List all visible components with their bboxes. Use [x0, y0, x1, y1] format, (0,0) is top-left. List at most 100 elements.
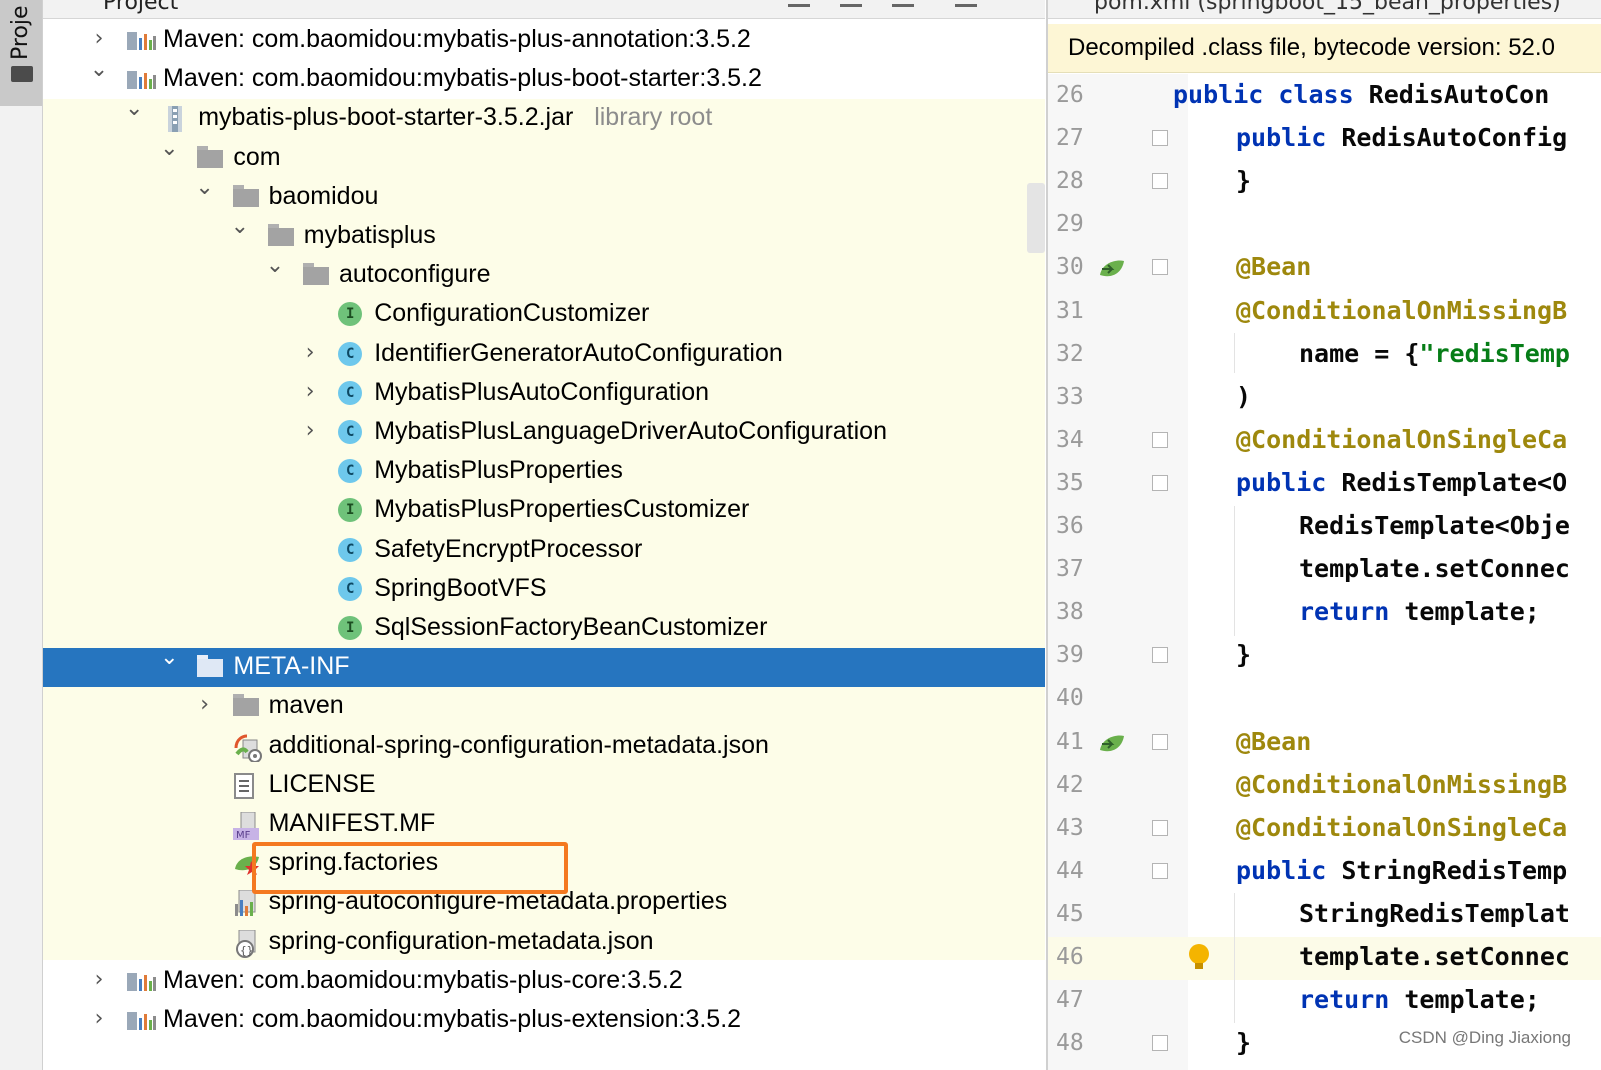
code-line[interactable]: 36 RedisTemplate<Obje — [1048, 506, 1601, 549]
fold-marker-icon[interactable] — [1152, 259, 1168, 276]
code-token: return — [1299, 597, 1405, 627]
chevron-right-icon[interactable]: › — [87, 966, 111, 994]
intention-bulb-icon[interactable] — [1188, 943, 1209, 973]
code-line[interactable]: 39} — [1048, 635, 1601, 678]
line-number: 36 — [1056, 513, 1084, 539]
code-line[interactable]: 30 @Bean — [1048, 247, 1601, 290]
tree-row[interactable]: ⌄ mybatisplus — [43, 214, 1045, 256]
code-line[interactable]: 40 — [1048, 678, 1601, 721]
fold-marker-icon[interactable] — [1152, 431, 1168, 448]
code-line[interactable]: 34 @ConditionalOnSingleCa — [1048, 420, 1601, 463]
tree-row[interactable]: › Maven: com.baomidou:mybatis-plus-core:3… — [43, 962, 1045, 1001]
tree-row[interactable]: C SafetyEncryptProcessor — [43, 531, 1045, 570]
settings-icon[interactable] — [955, 0, 977, 7]
tree-row-label: META-INF — [233, 652, 350, 681]
code-line[interactable]: 41 @Bean — [1048, 722, 1601, 765]
code-line[interactable]: 47 return template; — [1048, 980, 1601, 1023]
tree-row-label: additional-spring-configuration-metadata… — [268, 730, 769, 759]
tree-row-label: mybatisplus — [303, 221, 436, 249]
code-line[interactable]: 26 public class RedisAutoCon — [1048, 75, 1601, 118]
collapse-all-icon[interactable] — [840, 0, 862, 7]
tree-row[interactable]: › Maven: com.baomidou:mybatis-plus-extens… — [43, 1001, 1045, 1040]
code-line[interactable]: 35 public RedisTemplate<O — [1048, 463, 1601, 506]
folder-icon — [303, 263, 329, 288]
tree-row[interactable]: I SqlSessionFactoryBeanCustomizer — [43, 609, 1045, 648]
chevron-down-icon[interactable]: ⌄ — [157, 644, 181, 672]
chevron-down-icon[interactable]: ⌄ — [157, 135, 181, 163]
chevron-right-icon[interactable]: › — [298, 339, 322, 367]
code-token: public class — [1173, 80, 1369, 109]
chevron-right-icon[interactable]: › — [193, 691, 217, 719]
chevron-down-icon[interactable]: ⌄ — [263, 252, 287, 280]
fold-marker-icon[interactable] — [1152, 733, 1168, 750]
fold-marker-icon[interactable] — [1152, 862, 1168, 879]
editor-tab[interactable]: pom.xml (springboot_15_bean_properties) — [1094, 0, 1561, 15]
locate-icon[interactable] — [788, 0, 810, 7]
chevron-right-icon[interactable]: › — [87, 25, 111, 53]
chevron-down-icon[interactable]: ⌄ — [122, 95, 146, 123]
indent-guide — [1234, 893, 1235, 1023]
tree-row[interactable]: › C MybatisPlusLanguageDriverAutoConfigura… — [43, 413, 1045, 452]
tree-row[interactable]: I MybatisPlusPropertiesCustomizer — [43, 491, 1045, 530]
chevron-down-icon[interactable]: ⌄ — [228, 213, 252, 241]
fold-marker-icon[interactable] — [1152, 1035, 1168, 1052]
tree-row[interactable]: ⌄ com — [43, 136, 1045, 178]
tree-row[interactable]: C MybatisPlusProperties — [43, 452, 1045, 491]
chevron-down-icon[interactable]: ⌄ — [193, 174, 217, 202]
tree-row[interactable]: › C MybatisPlusAutoConfiguration — [43, 374, 1045, 413]
project-panel-header: Project — [43, 0, 1045, 19]
tree-row[interactable]: I ConfigurationCustomizer — [43, 295, 1045, 334]
spring-bean-icon[interactable] — [1098, 257, 1124, 279]
project-panel: Project › Maven: com.baomidou:mybatis-plu… — [43, 0, 1045, 1070]
fold-marker-icon[interactable] — [1152, 819, 1168, 836]
panel-title[interactable]: Project — [103, 0, 178, 15]
project-tool-window-tab[interactable]: Proje — [0, 0, 42, 106]
tree-row[interactable]: ⌄ baomidou — [43, 175, 1045, 217]
tree-row[interactable]: › C IdentifierGeneratorAutoConfiguration — [43, 335, 1045, 374]
code-text: @ConditionalOnSingleCa — [1236, 813, 1567, 842]
tree-row[interactable]: › Maven: com.baomidou:mybatis-plus-annota… — [43, 21, 1045, 60]
code-line[interactable]: 29 — [1048, 204, 1601, 247]
manifest-icon: MF — [232, 811, 259, 841]
fold-marker-icon[interactable] — [1152, 173, 1168, 190]
fold-marker-icon[interactable] — [1152, 474, 1168, 491]
chevron-right-icon[interactable]: › — [298, 378, 322, 406]
tree-row[interactable]: C SpringBootVFS — [43, 570, 1045, 609]
options-icon[interactable] — [892, 0, 914, 7]
code-line[interactable]: 28} — [1048, 161, 1601, 204]
code-text: @ConditionalOnSingleCa — [1236, 425, 1567, 454]
code-line[interactable]: 45 StringRedisTemplat — [1048, 894, 1601, 937]
chevron-right-icon[interactable]: › — [298, 417, 322, 445]
spring-bean-icon[interactable] — [1098, 732, 1124, 754]
code-editor: pom.xml (springboot_15_bean_properties) … — [1046, 0, 1601, 1070]
fold-marker-icon[interactable] — [1152, 647, 1168, 664]
chevron-right-icon[interactable]: › — [87, 1005, 111, 1033]
code-line[interactable]: 33) — [1048, 377, 1601, 420]
tree-row[interactable]: {} spring-configuration-metadata.json — [43, 923, 1045, 962]
code-line[interactable]: 44 public StringRedisTemp — [1048, 851, 1601, 894]
code-line[interactable]: 42 @ConditionalOnMissingB — [1048, 765, 1601, 808]
tree-row-label: SafetyEncryptProcessor — [374, 534, 643, 563]
line-number: 39 — [1056, 642, 1084, 669]
code-line[interactable]: 37 template.setConnec — [1048, 549, 1601, 592]
class-icon: C — [338, 537, 363, 562]
scrollbar-thumb[interactable] — [1027, 183, 1045, 253]
tree-row[interactable]: MF MANIFEST.MF — [43, 805, 1045, 844]
tree-row[interactable]: ⌄ META-INF — [43, 645, 1045, 688]
code-line[interactable]: 31 @ConditionalOnMissingB — [1048, 291, 1601, 334]
code-line[interactable]: 32 name = {"redisTemp — [1048, 334, 1601, 377]
code-token: @ConditionalOnMissingB — [1236, 769, 1568, 799]
tree-row[interactable]: › maven — [43, 687, 1045, 726]
tree-row[interactable]: ⌄ autoconfigure — [43, 253, 1045, 295]
tree-row-label: maven — [268, 691, 344, 720]
fold-marker-icon[interactable] — [1152, 130, 1168, 147]
code-line[interactable]: 38 return template; — [1048, 592, 1601, 635]
chevron-down-icon[interactable]: ⌄ — [87, 56, 111, 84]
tree-row[interactable]: LICENSE — [43, 766, 1045, 805]
code-line[interactable]: 43 @ConditionalOnSingleCa — [1048, 808, 1601, 851]
code-line[interactable]: 27 public RedisAutoConfig — [1048, 118, 1601, 161]
code-line[interactable]: 46 template.setConnec — [1048, 937, 1601, 980]
tree-row[interactable]: ⌄ Maven: com.baomidou:mybatis-plus-boot-s… — [43, 57, 1045, 99]
tree-row[interactable]: ⌄ mybatis-plus-boot-starter-3.5.2.jar libr… — [43, 96, 1045, 138]
tree-row[interactable]: additional-spring-configuration-metadata… — [43, 727, 1045, 766]
